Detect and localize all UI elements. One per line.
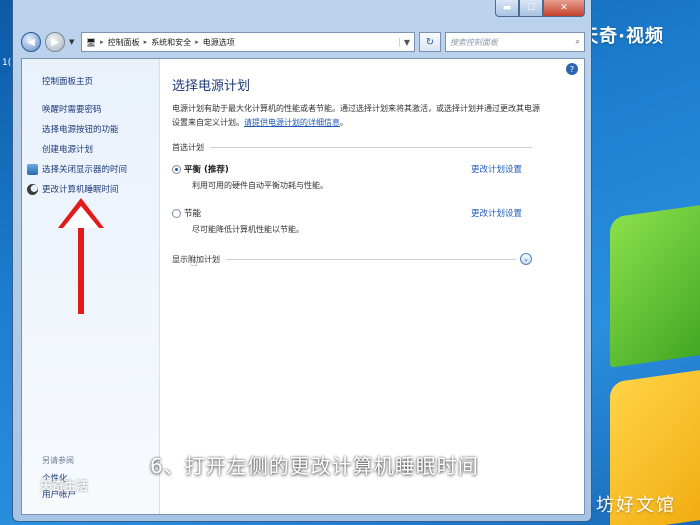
sidebar-home-link[interactable]: 控制面板主页 [42, 71, 159, 91]
search-input[interactable]: 搜索控制面板 ⌕ [445, 32, 585, 52]
plan-balanced-desc: 利用可用的硬件自动平衡功耗与性能。 [192, 181, 328, 190]
radio-balanced[interactable] [172, 165, 181, 174]
address-bar[interactable]: 🖥 ▸ 控制面板 ▸ 系统和安全 ▸ 电源选项 ▼ [81, 32, 415, 52]
search-icon: ⌕ [575, 37, 580, 46]
back-button[interactable]: ◀ [21, 32, 41, 52]
desktop-text-fragment: 1( [2, 58, 12, 68]
breadcrumb-power-options[interactable]: 电源选项 [203, 37, 235, 48]
sidebar-link-create-plan[interactable]: 创建电源计划 [42, 139, 159, 159]
breadcrumb-control-panel[interactable]: 控制面板 [108, 37, 140, 48]
see-also-heading: 另请参阅 [42, 456, 74, 465]
minimize-button[interactable]: ▬ [495, 0, 519, 17]
help-icon[interactable]: ? [566, 63, 578, 75]
control-panel-icon: 🖥 [86, 37, 97, 47]
sidebar-link-display-off[interactable]: 选择关闭显示器的时间 [27, 159, 159, 179]
additional-plans-section[interactable]: 显示附加计划 ⌄ [172, 253, 532, 265]
sidebar-link-sleep-time[interactable]: 更改计算机睡眠时间 [27, 179, 159, 199]
refresh-button[interactable]: ↻ [419, 32, 441, 52]
plan-info-link[interactable]: 请提供电源计划的详细信息 [244, 118, 340, 127]
sidebar-link-wake-password[interactable]: 唤醒时需要密码 [42, 99, 159, 119]
recent-pages-icon[interactable]: ▼ [69, 38, 77, 46]
plan-power-saver-settings-link[interactable]: 更改计划设置 [471, 207, 522, 219]
plan-power-saver[interactable]: 节能 尽可能降低计算机性能以节能。 更改计划设置 [172, 207, 522, 235]
content-area: 控制面板主页 唤醒时需要密码 选择电源按钮的功能 创建电源计划 选择关闭显示器的… [21, 58, 585, 515]
sidebar-link-power-button[interactable]: 选择电源按钮的功能 [42, 119, 159, 139]
breadcrumb-system-security[interactable]: 系统和安全 [151, 37, 191, 48]
maximize-button[interactable]: ☐ [519, 0, 543, 17]
address-dropdown-icon[interactable]: ▼ [398, 37, 410, 47]
preferred-plans-section: 首选计划 [172, 142, 532, 153]
plan-balanced[interactable]: 平衡 (推荐) 利用可用的硬件自动平衡功耗与性能。 更改计划设置 [172, 163, 522, 191]
main-panel: ? 选择电源计划 电源计划有助于最大化计算机的性能或者节能。通过选择计划来将其激… [160, 59, 584, 514]
red-arrow-annotation [58, 198, 104, 316]
watermark-sidebar: 天奇生活 [40, 479, 89, 493]
preferred-plans-label: 首选计划 [172, 143, 204, 152]
radio-power-saver[interactable] [172, 209, 181, 218]
moon-icon [27, 183, 38, 195]
forward-button[interactable]: ▶ [45, 32, 65, 52]
watermark-top: 天奇·视频 [580, 26, 664, 47]
plan-balanced-settings-link[interactable]: 更改计划设置 [471, 163, 522, 175]
page-title: 选择电源计划 [172, 79, 251, 94]
tutorial-caption: 6、打开左侧的更改计算机睡眠时间 [150, 454, 479, 478]
caption-buttons: ▬ ☐ ✕ [495, 0, 585, 17]
monitor-icon [27, 163, 38, 175]
navigation-bar: ◀ ▶ ▼ 🖥 ▸ 控制面板 ▸ 系统和安全 ▸ 电源选项 ▼ ↻ 搜索控制面板… [21, 30, 585, 54]
mouse-cursor-icon: ☝ [190, 255, 198, 269]
expand-chevron-icon[interactable]: ⌄ [520, 253, 532, 265]
plan-power-saver-desc: 尽可能降低计算机性能以节能。 [192, 225, 304, 234]
page-description: 电源计划有助于最大化计算机的性能或者节能。通过选择计划来将其激活，或选择计划并通… [172, 104, 540, 127]
close-button[interactable]: ✕ [543, 0, 585, 17]
